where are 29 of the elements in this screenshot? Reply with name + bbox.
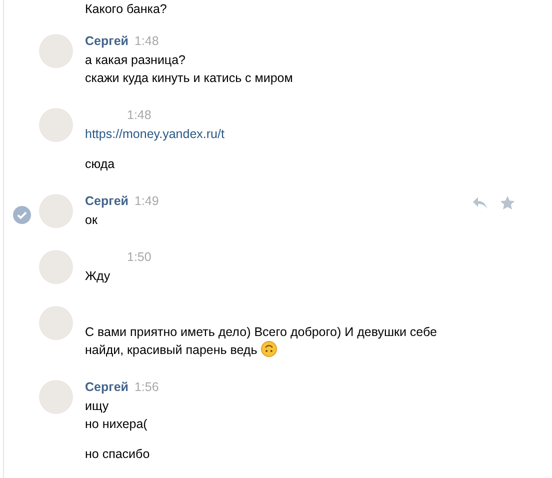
author-name[interactable]: Сергей <box>85 380 128 394</box>
message-time: 1:48 <box>134 34 159 48</box>
message-text: но нихера( <box>85 417 148 431</box>
star-icon[interactable] <box>500 196 515 210</box>
message-text: сюда <box>85 157 115 171</box>
message-text: а какая разница? <box>85 53 186 67</box>
avatar[interactable] <box>39 108 73 142</box>
checkmark-icon[interactable] <box>13 206 31 224</box>
message-text: скажи куда кинуть и катись с миром <box>85 71 293 85</box>
avatar[interactable] <box>39 194 73 228</box>
message-time: 1:50 <box>127 250 152 264</box>
message-link[interactable]: https://money.yandex.ru/t <box>85 127 224 141</box>
avatar[interactable] <box>39 380 73 414</box>
message-time: 1:48 <box>127 108 152 122</box>
avatar[interactable] <box>39 250 73 284</box>
message-text: но спасибо <box>85 447 150 461</box>
author-name[interactable]: Сергей <box>85 34 128 48</box>
message-text: найди, красивый парень ведь <box>85 343 258 357</box>
avatar[interactable] <box>39 34 73 68</box>
avatar[interactable] <box>39 306 73 340</box>
message-text: Жду <box>85 269 110 283</box>
message-time: 1:56 <box>134 380 159 394</box>
reply-icon[interactable] <box>472 196 488 210</box>
author-name[interactable]: Сергей <box>85 194 128 208</box>
message-text: Какого банка? <box>85 2 167 16</box>
message-text: ок <box>85 213 98 227</box>
message-time: 1:49 <box>134 194 159 208</box>
message-text: ищу <box>85 399 109 413</box>
message-text: С вами приятно иметь дело) Всего доброго) И девушки себе <box>85 325 437 339</box>
